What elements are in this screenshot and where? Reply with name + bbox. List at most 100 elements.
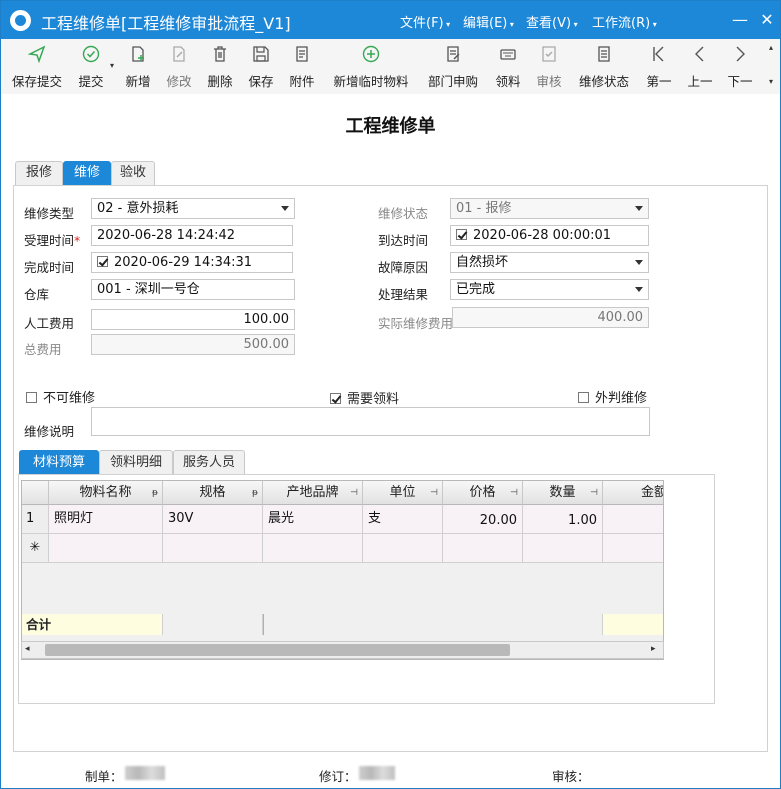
save-submit-button[interactable]: 保存提交 [7,43,67,91]
chevron-down-icon [635,206,643,211]
accept-time-input[interactable]: 2020-06-28 14:24:42 [91,225,293,246]
labor-cost-input[interactable]: 100.00 [91,309,295,330]
chevron-down-icon [281,206,289,211]
finish-time-input[interactable]: 2020-06-29 14:34:31 [91,252,293,273]
row-number: 1 [22,505,49,534]
main-content: 工程维修单 报修 维修 验收 维修类型 02 - 意外损耗 受理时间* 2020… [1,94,780,788]
menu-edit[interactable]: 编辑(E) ▾ [463,12,514,31]
pin-icon[interactable]: ⊣ [350,481,358,505]
tab-picking-detail[interactable]: 领料明细 [99,450,173,475]
pin-icon[interactable]: ⊣ [430,481,438,505]
table-cell[interactable]: 照明灯 [49,505,163,534]
arrive-time-checkbox[interactable] [456,229,467,240]
pick-material-button[interactable]: 领料 [491,43,525,91]
sum-amount [603,614,663,635]
tab-acceptance[interactable]: 验收 [111,161,155,185]
table-cell[interactable] [523,534,603,563]
maker-name-redacted [125,766,165,780]
table-cell[interactable]: 1.00 [523,505,603,534]
new-button[interactable]: 新增 [121,43,155,91]
table-cell[interactable]: 晨光 [263,505,363,534]
menu-file[interactable]: 文件(F) ▾ [400,12,450,31]
first-record-button[interactable]: 第一 [644,43,674,91]
new-doc-icon [121,43,155,65]
column-header[interactable]: 单位 ⊣ [363,481,443,505]
app-window: 工程维修单[工程维修审批流程_V1] 文件(F) ▾ 编辑(E) ▾ 查看(V)… [0,0,781,789]
pin-icon[interactable]: ᵽ [252,481,258,505]
tab-service-staff[interactable]: 服务人员 [173,450,245,475]
sum-cell [263,614,603,635]
table-cell[interactable] [49,534,163,563]
warehouse-label: 仓库 [24,287,50,302]
repair-status-label: 维修状态 [378,206,429,221]
pin-icon[interactable]: ⊣ [510,481,518,505]
tab-report[interactable]: 报修 [15,161,63,185]
arrive-time-input[interactable]: 2020-06-28 00:00:01 [450,225,649,246]
menu-workflow[interactable]: 工作流(R) ▾ [592,12,657,31]
attachment-button[interactable]: 附件 [285,43,319,91]
repair-status-button[interactable]: 维修状态 [575,43,633,91]
table-cell[interactable] [443,534,523,563]
column-header[interactable]: 金额 [603,481,663,505]
submit-button[interactable]: 提交 [71,43,111,91]
prev-icon [685,43,715,65]
table-cell[interactable] [363,534,443,563]
table-cell[interactable] [603,505,663,534]
first-icon [644,43,674,65]
dept-purchase-button[interactable]: 部门申购 [423,43,483,91]
column-header[interactable]: 数量 ⊣ [523,481,603,505]
menu-view[interactable]: 查看(V) ▾ [526,12,578,31]
scroll-right-icon[interactable]: ▸ [651,644,656,654]
outsourced-checkbox[interactable]: 外判维修 [578,387,647,406]
delete-button[interactable]: 删除 [203,43,237,91]
column-header[interactable]: 规格 ᵽ [163,481,263,505]
table-cell[interactable]: 30V [163,505,263,534]
table-cell[interactable] [163,534,263,563]
fault-reason-label: 故障原因 [378,260,429,275]
accept-time-label: 受理时间* [24,233,81,248]
app-logo-icon [10,10,31,31]
column-header[interactable]: 产地品牌 ⊣ [263,481,363,505]
finish-time-checkbox[interactable] [97,256,108,267]
finish-time-label: 完成时间 [24,260,75,275]
grid-corner [22,481,49,505]
add-temp-material-button[interactable]: 新增临时物料 [329,43,413,91]
pin-icon[interactable]: ⊣ [590,481,598,505]
result-label: 处理结果 [378,287,429,302]
save-button[interactable]: 保存 [244,43,278,91]
table-cell[interactable]: 支 [363,505,443,534]
description-textarea[interactable] [91,407,650,436]
column-header[interactable]: 价格 ⊣ [443,481,523,505]
chevron-down-icon [635,287,643,292]
pin-icon[interactable]: ᵽ [152,481,158,505]
submit-dropdown-icon[interactable]: ▾ [110,61,114,70]
table-cell[interactable]: 20.00 [443,505,523,534]
scroll-left-icon[interactable]: ◂ [25,644,30,654]
next-record-button[interactable]: 下一 [725,43,755,91]
toolbar-more-icon[interactable]: ▾ [769,77,773,86]
check-circle-icon [71,43,111,65]
result-select[interactable]: 已完成 [450,279,649,300]
labor-cost-label: 人工费用 [24,316,75,331]
table-cell[interactable] [263,534,363,563]
chevron-down-icon [635,260,643,265]
table-cell[interactable] [603,534,663,563]
fault-reason-select[interactable]: 自然损坏 [450,252,649,273]
repair-type-select[interactable]: 02 - 意外损耗 [91,198,295,219]
column-header[interactable]: 物料名称 ᵽ [49,481,163,505]
approve-button[interactable]: 审核 [532,43,566,91]
tab-material-budget[interactable]: 材料预算 [19,450,99,475]
toolbar-overflow-icon[interactable]: ▴ [769,43,773,52]
prev-record-button[interactable]: 上一 [685,43,715,91]
minimize-icon[interactable]: — [727,7,753,33]
tab-repair[interactable]: 维修 [63,161,111,185]
unrepairable-checkbox[interactable]: 不可维修 [26,387,95,406]
warehouse-input[interactable]: 001 - 深圳一号仓 [91,279,295,300]
need-material-checkbox[interactable]: 需要领料 [330,388,399,407]
next-icon [725,43,755,65]
horizontal-scrollbar[interactable]: ◂ ▸ [21,641,664,659]
edit-icon [162,43,196,65]
modify-button[interactable]: 修改 [162,43,196,91]
close-icon[interactable]: ✕ [754,7,780,33]
scrollbar-thumb[interactable] [45,644,510,656]
